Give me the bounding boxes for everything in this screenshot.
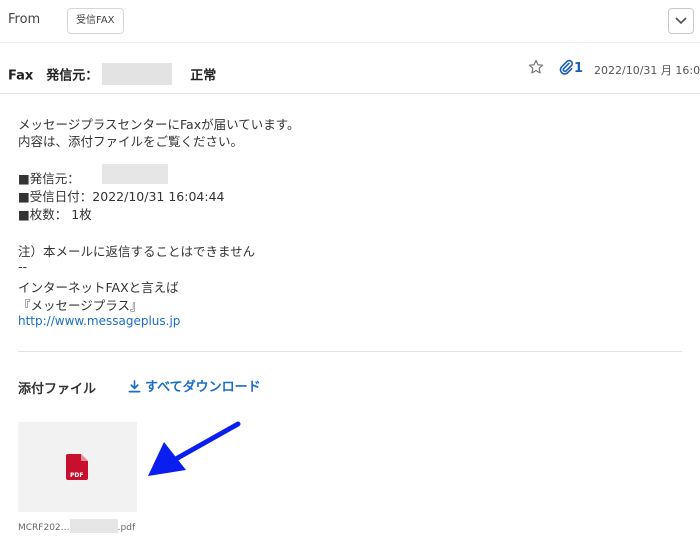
tagline-2: 『メッセージプラス』 xyxy=(18,298,143,313)
no-reply-note: 注）本メールに返信することはできません xyxy=(18,244,256,259)
paperclip-icon[interactable] xyxy=(558,59,574,75)
download-all-button[interactable]: すべてダウンロード xyxy=(128,376,261,395)
message-date: 2022/10/31 月 16:04 xyxy=(594,64,700,77)
from-label: From xyxy=(8,12,41,27)
body-line-2: 内容は、添付ファイルをご覧ください。 xyxy=(18,134,244,149)
filename-suffix: .pdf xyxy=(117,523,136,533)
sender-chip[interactable]: 受信FAX xyxy=(67,8,124,34)
subject-status: 正常 xyxy=(190,68,217,84)
star-icon[interactable] xyxy=(528,59,544,75)
from-row: From 受信FAX xyxy=(0,0,700,43)
pdf-type-label: PDF xyxy=(70,472,84,479)
page-count-line: ■枚数： 1枚 xyxy=(18,207,92,222)
attachment-card[interactable]: PDF xyxy=(18,422,137,512)
download-icon xyxy=(128,380,141,393)
received-date-line: ■受信日付：2022/10/31 16:04:44 xyxy=(18,189,225,204)
redacted-sender-number xyxy=(102,63,173,85)
subject-row: Fax 発信元： 正常 1 2022/10/31 月 16:04 xyxy=(0,43,700,94)
chevron-down-icon xyxy=(675,17,687,25)
attachment-count[interactable]: 1 xyxy=(574,61,583,76)
tagline-1: インターネットFAXと言えば xyxy=(18,280,179,295)
signature-separator: -- xyxy=(18,259,28,274)
arrow-pointer-icon xyxy=(148,421,241,476)
attachment-filename[interactable]: MCRF202… .pdf xyxy=(18,519,135,533)
subject-prefix: Fax 発信元： xyxy=(8,68,99,84)
messageplus-link[interactable]: http://www.messageplus.jp xyxy=(18,314,180,328)
download-all-label: すべてダウンロード xyxy=(145,380,261,395)
message-subject: Fax 発信元： 正常 xyxy=(8,63,216,85)
attachments-divider xyxy=(18,351,682,352)
redacted-filename xyxy=(69,519,118,533)
redacted-sender-value xyxy=(102,164,168,184)
filename-prefix: MCRF202… xyxy=(18,523,70,533)
attachments-title: 添付ファイル xyxy=(18,382,97,397)
expand-header-button[interactable] xyxy=(668,8,694,34)
sender-line: ■発信元： xyxy=(18,171,80,186)
